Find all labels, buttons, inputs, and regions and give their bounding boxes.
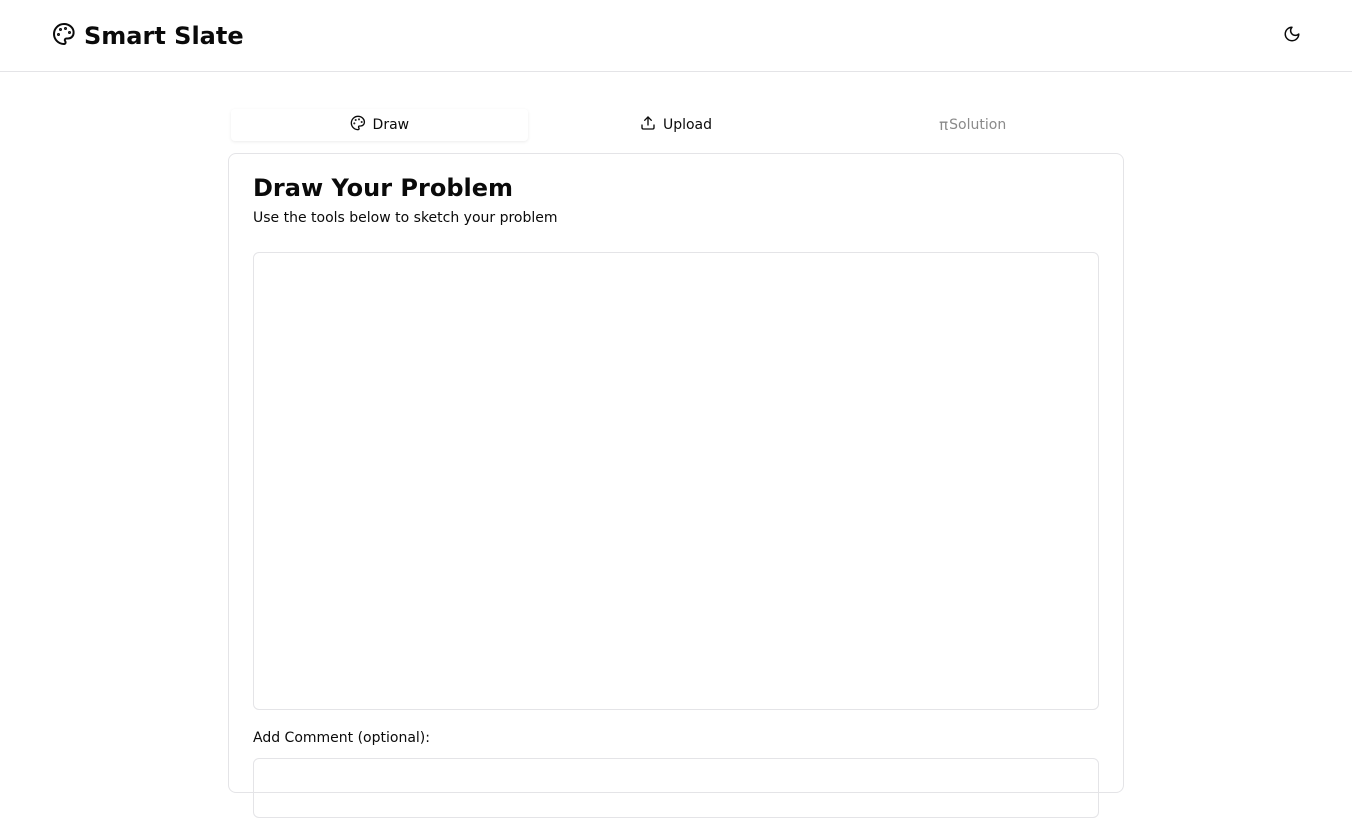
- tab-label: Solution: [949, 117, 1007, 133]
- app-title: Smart Slate: [84, 21, 244, 50]
- card-title: Draw Your Problem: [253, 174, 514, 202]
- tab-solution[interactable]: π Solution: [824, 109, 1121, 141]
- tab-label: Upload: [662, 117, 713, 133]
- tab-list: Draw Upload π Solution: [228, 106, 1124, 144]
- comment-input[interactable]: [253, 758, 1099, 818]
- upload-icon: [640, 115, 656, 135]
- tab-upload[interactable]: Upload: [528, 109, 825, 141]
- comment-label: Add Comment (optional):: [253, 730, 430, 746]
- pi-icon: π: [939, 116, 949, 134]
- draw-card: Draw Your Problem Use the tools below to…: [228, 153, 1124, 818]
- app-header: Smart Slate: [0, 0, 1352, 72]
- theme-toggle-button[interactable]: [1274, 18, 1310, 54]
- tab-label: Draw: [372, 117, 410, 133]
- palette-icon: [52, 22, 76, 50]
- tab-draw[interactable]: Draw: [231, 109, 528, 141]
- drawing-canvas[interactable]: [253, 252, 1099, 710]
- moon-icon: [1283, 25, 1301, 46]
- palette-icon: [350, 115, 366, 135]
- brand: Smart Slate: [52, 22, 244, 50]
- card-subtitle: Use the tools below to sketch your probl…: [253, 210, 558, 226]
